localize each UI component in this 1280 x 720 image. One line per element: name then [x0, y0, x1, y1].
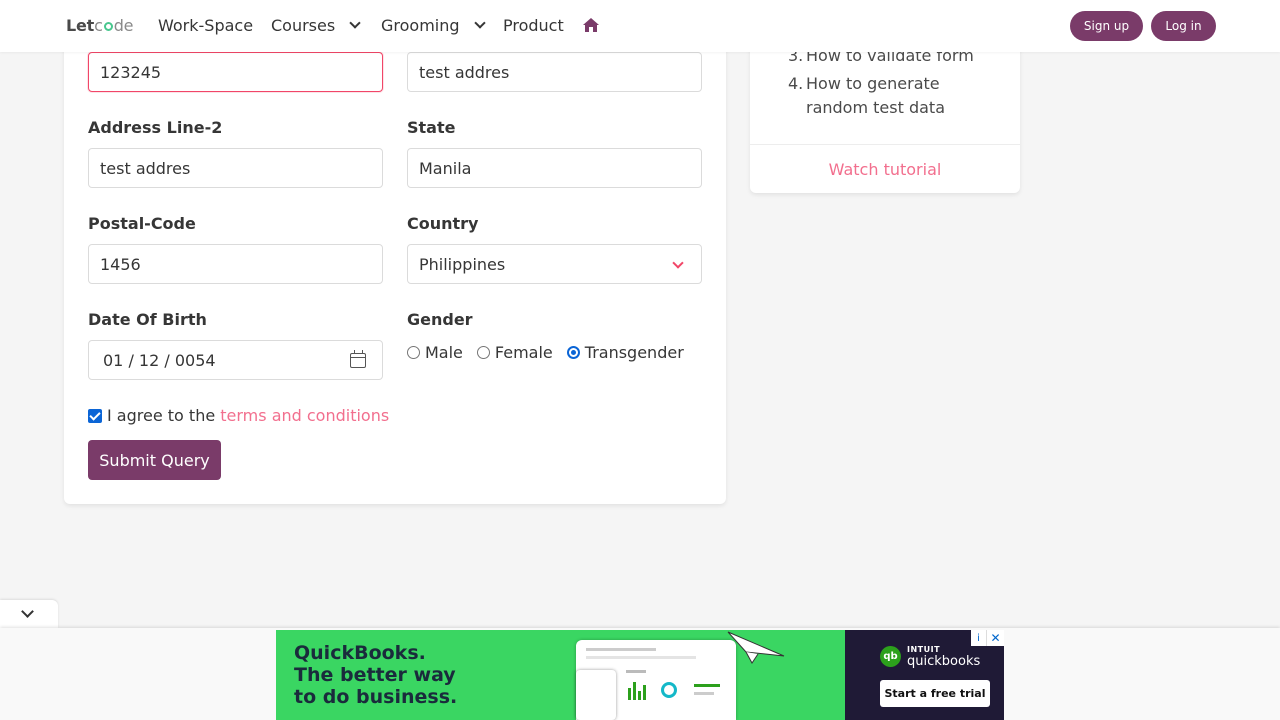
nav-item-grooming[interactable]: Grooming — [381, 16, 486, 35]
quickbooks-logo: qb INTUIT quickbooks — [880, 644, 980, 668]
ad-headline-line: QuickBooks. — [294, 642, 426, 664]
list-item-number: 4. — [788, 74, 804, 93]
address-line1-right-input[interactable]: test addres — [407, 52, 702, 92]
radio-female[interactable] — [476, 346, 490, 359]
gender-radio-group: Male Female Transgender — [407, 343, 698, 362]
watch-tutorial-link[interactable]: Watch tutorial — [750, 144, 1020, 193]
logo-text-c: c — [94, 16, 103, 35]
paper-plane-icon — [727, 631, 785, 664]
calendar-icon[interactable] — [350, 350, 366, 368]
nav-item-courses[interactable]: Courses — [271, 16, 361, 35]
address-line2-input[interactable]: test addres — [88, 148, 383, 188]
radio-male[interactable] — [407, 346, 420, 359]
dob-value: 01 / 12 / 0054 — [103, 350, 216, 370]
country-label: Country — [407, 214, 479, 233]
country-select[interactable]: Philippines — [407, 244, 702, 284]
tutorial-list: 3. How to validate form 4. How to genera… — [788, 44, 996, 120]
terms-text: I agree to the terms and conditions — [107, 406, 389, 425]
country-select-value: Philippines — [419, 254, 506, 274]
dob-input[interactable]: 01 / 12 / 0054 — [88, 340, 383, 380]
nav-item-label: Work-Space — [158, 16, 254, 35]
ad-headline: QuickBooks. The better way to do busines… — [294, 642, 457, 708]
nav-item-label: Courses — [271, 16, 336, 35]
address-line1-input[interactable]: 123245 — [88, 52, 383, 92]
home-icon[interactable] — [582, 17, 600, 33]
nav-item-label: Product — [503, 16, 564, 35]
logo-text-de: de — [113, 16, 134, 35]
letcode-logo[interactable]: Let c de — [66, 16, 134, 35]
ad-brand: quickbooks — [907, 654, 981, 669]
nav-item-product[interactable]: Product — [503, 16, 564, 35]
ad-info-icon[interactable]: i — [971, 630, 987, 646]
chevron-down-icon — [672, 257, 684, 269]
terms-checkbox[interactable] — [88, 409, 102, 423]
address-line2-label: Address Line-2 — [88, 118, 223, 137]
gender-option-male[interactable]: Male — [407, 343, 463, 362]
chevron-down-icon — [21, 605, 34, 618]
logo-dot-icon — [103, 22, 113, 31]
chevron-down-icon — [349, 17, 361, 29]
gender-option-transgender[interactable]: Transgender — [566, 343, 684, 362]
terms-link[interactable]: terms and conditions — [220, 406, 389, 425]
nav-item-label: Grooming — [381, 16, 460, 35]
chevron-down-icon — [473, 17, 486, 29]
radio-transgender[interactable] — [566, 346, 580, 359]
ad-close-icon[interactable]: ✕ — [987, 630, 1004, 646]
postal-code-input[interactable]: 1456 — [88, 244, 383, 284]
state-label: State — [407, 118, 456, 137]
gender-option-female[interactable]: Female — [476, 343, 553, 362]
gender-label: Gender — [407, 310, 473, 329]
gender-label-male: Male — [425, 343, 463, 362]
qb-logo-mark: qb — [880, 645, 901, 667]
ad-cta-button[interactable]: Start a free trial — [880, 680, 990, 707]
terms-prefix: I agree to the — [107, 406, 221, 425]
gender-label-female: Female — [494, 343, 553, 362]
ad-headline-line: The better way — [294, 664, 456, 686]
top-navbar: Let c de Work-Space Courses Grooming Produ… — [0, 0, 1280, 52]
signup-button[interactable]: Sign up — [1070, 11, 1143, 41]
dob-label: Date Of Birth — [88, 310, 207, 329]
quickbooks-ad-banner[interactable]: QuickBooks. The better way to do busines… — [276, 630, 1004, 720]
submit-button[interactable]: Submit Query — [88, 440, 221, 480]
list-item-text: How to generate random test data — [806, 74, 945, 117]
state-input[interactable]: Manila — [407, 148, 702, 188]
nav-item-workspace[interactable]: Work-Space — [158, 16, 253, 35]
login-button[interactable]: Log in — [1151, 11, 1216, 41]
ad-headline-line: to do business. — [294, 686, 458, 708]
logo-text-let: Let — [66, 16, 95, 35]
gender-label-transgender: Transgender — [584, 343, 684, 362]
postal-code-label: Postal-Code — [88, 214, 196, 233]
ad-phone-image — [576, 670, 616, 720]
list-item: 4. How to generate random test data — [788, 72, 996, 120]
ad-collapse-toggle[interactable] — [0, 600, 58, 628]
